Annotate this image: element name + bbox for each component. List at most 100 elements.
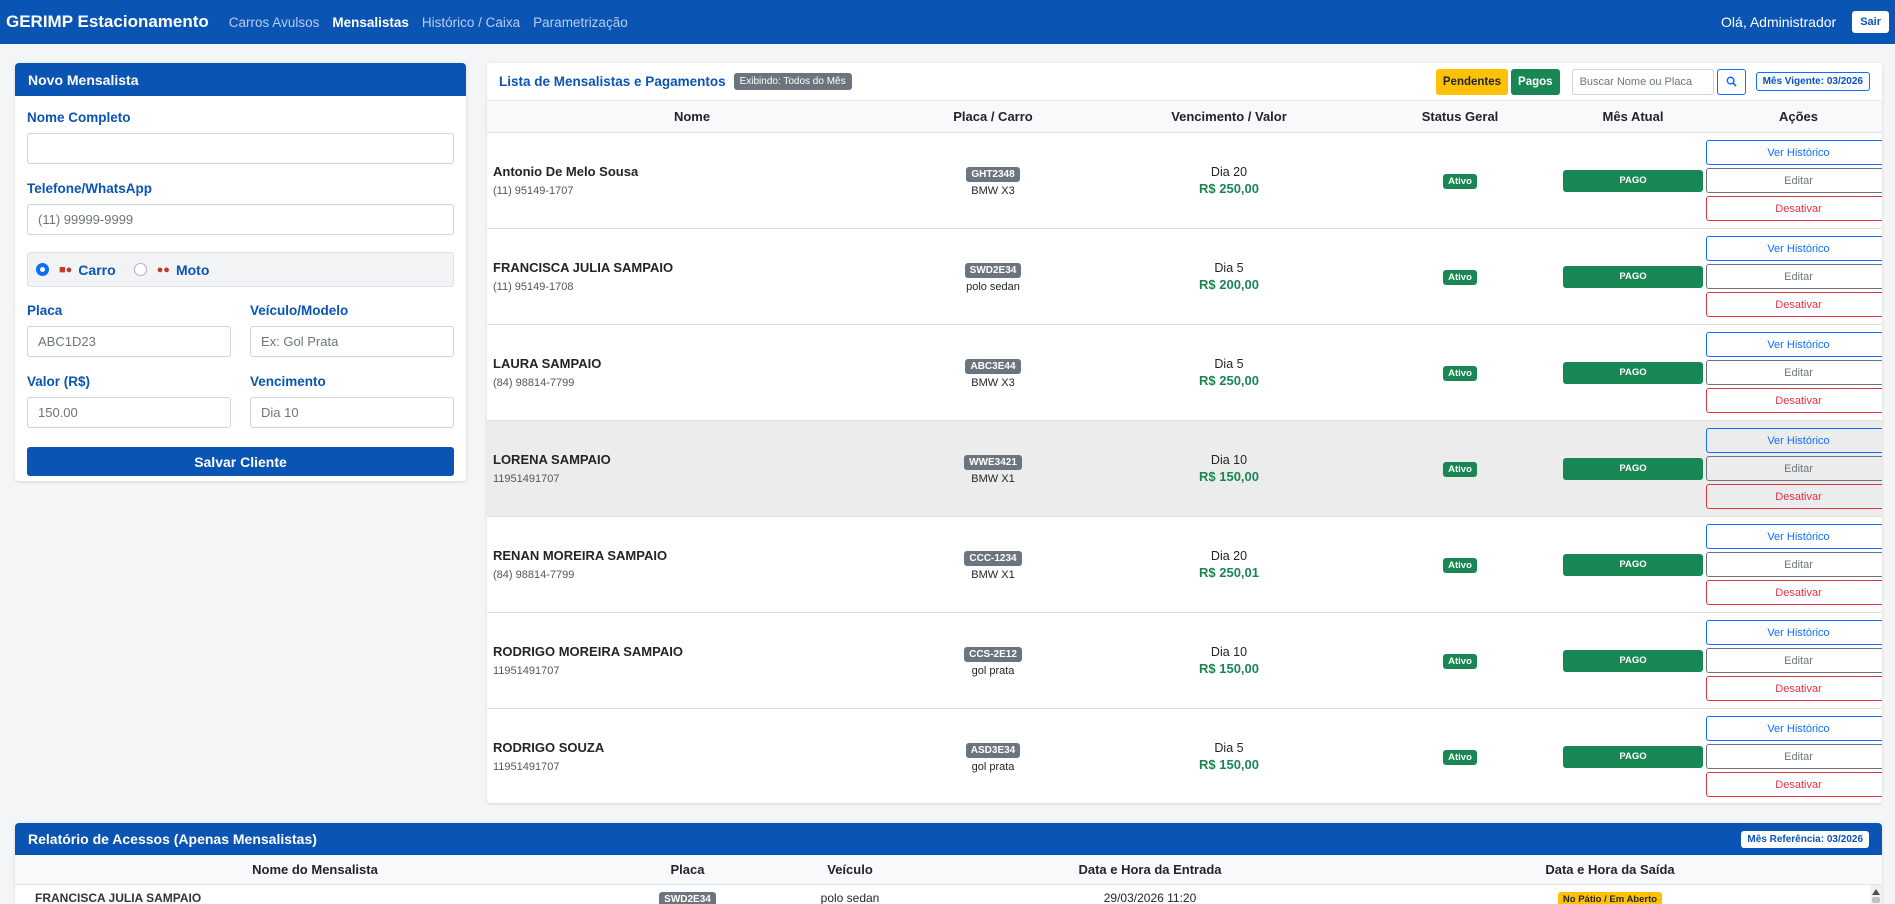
veiculo-input[interactable] <box>250 326 454 357</box>
row-status-cell: Ativo <box>1369 460 1551 477</box>
report-col-saida: Data e Hora da Saída <box>1545 862 1675 877</box>
due-day: Dia 20 <box>1210 549 1248 563</box>
vencimento-input[interactable] <box>250 397 454 428</box>
radio-carro-circle[interactable] <box>36 263 49 276</box>
mensalistas-list-card: Lista de Mensalistas e Pagamentos Exibin… <box>487 63 1882 803</box>
nav-link-carros-avulsos[interactable]: Carros Avulsos <box>229 15 320 30</box>
row-nome-cell: RENAN MOREIRA SAMPAIO (84) 98814-7799 <box>487 548 897 581</box>
table-row: LORENA SAMPAIO 11951491707 WWE3421 BMW X1 Di… <box>487 421 1882 517</box>
ver-historico-button[interactable]: Ver Histórico <box>1705 332 1882 357</box>
nav-link-mensalistas[interactable]: Mensalistas <box>332 15 409 30</box>
ver-historico-button[interactable]: Ver Histórico <box>1705 236 1882 261</box>
ver-historico-button[interactable]: Ver Histórico <box>1705 716 1882 741</box>
status-badge: Ativo <box>1443 270 1477 285</box>
brand-logo[interactable]: GERIMP Estacionamento <box>6 12 209 32</box>
nav-link-historico-caixa[interactable]: Histórico / Caixa <box>422 15 520 30</box>
payment-status-badge: PAGO <box>1563 649 1703 672</box>
filter-pendentes-button[interactable]: Pendentes <box>1435 68 1509 95</box>
desativar-button[interactable]: Desativar <box>1705 292 1882 317</box>
plate-badge: SWD2E34 <box>964 262 1022 278</box>
desativar-button[interactable]: Desativar <box>1705 484 1882 509</box>
row-placa-cell: CCC-1234 BMW X1 <box>897 549 1089 581</box>
search-button[interactable] <box>1716 68 1746 95</box>
table-row: Antonio De Melo Sousa (11) 95149-1707 GHT2… <box>487 133 1882 229</box>
navbar-user-area: Olá, Administrador Sair <box>1721 11 1889 33</box>
placa-input[interactable] <box>27 326 231 357</box>
scroll-thumb[interactable] <box>1872 897 1880 903</box>
telefone-input[interactable] <box>27 204 454 235</box>
ver-historico-button[interactable]: Ver Histórico <box>1705 428 1882 453</box>
nome-input[interactable] <box>27 133 454 164</box>
scroll-up-arrow-icon[interactable] <box>1872 889 1880 895</box>
row-actions-cell: Ver Histórico Editar Desativar <box>1705 716 1882 797</box>
row-status-cell: Ativo <box>1369 172 1551 189</box>
vehicle-type-group: ■● Carro ●● Moto <box>27 252 454 287</box>
payment-status-badge: PAGO <box>1563 745 1703 768</box>
monthly-value: R$ 250,00 <box>1199 373 1259 388</box>
ver-historico-button[interactable]: Ver Histórico <box>1705 524 1882 549</box>
desativar-button[interactable]: Desativar <box>1705 772 1882 797</box>
editar-button[interactable]: Editar <box>1705 360 1882 385</box>
mes-referencia-badge: Mês Referência: 03/2026 <box>1741 830 1869 848</box>
row-placa-cell: SWD2E34 polo sedan <box>897 261 1089 293</box>
col-mes-atual: Mês Atual <box>1602 109 1664 124</box>
list-header: Lista de Mensalistas e Pagamentos Exibin… <box>487 63 1882 101</box>
report-col-entrada: Data e Hora da Entrada <box>1078 862 1222 877</box>
car-model: BMW X1 <box>971 568 1015 581</box>
logout-button[interactable]: Sair <box>1852 11 1889 33</box>
row-placa-cell: WWE3421 BMW X1 <box>897 453 1089 485</box>
save-client-button[interactable]: Salvar Cliente <box>27 447 454 476</box>
row-mes-cell: PAGO <box>1551 745 1715 768</box>
editar-button[interactable]: Editar <box>1705 456 1882 481</box>
row-vencimento-cell: Dia 5 R$ 200,00 <box>1089 261 1369 292</box>
report-row-veiculo: polo sedan <box>820 891 880 904</box>
nav-link-parametrizacao[interactable]: Parametrização <box>533 15 628 30</box>
row-placa-cell: GHT2348 BMW X3 <box>897 165 1089 197</box>
monthly-value: R$ 150,00 <box>1199 469 1259 484</box>
plate-badge: CCC-1234 <box>964 550 1022 566</box>
placa-label: Placa <box>27 303 63 318</box>
radio-moto[interactable]: ●● Moto <box>133 262 209 278</box>
report-scrollbar[interactable] <box>1870 885 1882 904</box>
row-status-cell: Ativo <box>1369 748 1551 765</box>
plate-badge: CCS-2E12 <box>964 646 1022 662</box>
row-actions-cell: Ver Histórico Editar Desativar <box>1705 236 1882 317</box>
car-model: gol prata <box>971 664 1015 677</box>
editar-button[interactable]: Editar <box>1705 552 1882 577</box>
row-status-cell: Ativo <box>1369 268 1551 285</box>
filter-pagos-button[interactable]: Pagos <box>1511 68 1560 95</box>
desativar-button[interactable]: Desativar <box>1705 580 1882 605</box>
ver-historico-button[interactable]: Ver Histórico <box>1705 620 1882 645</box>
row-mes-cell: PAGO <box>1551 265 1715 288</box>
mensalista-phone: 11951491707 <box>493 761 560 773</box>
desativar-button[interactable]: Desativar <box>1705 676 1882 701</box>
payment-status-badge: PAGO <box>1563 457 1703 480</box>
report-row-saida: No Pátio / Em Aberto <box>1360 891 1860 904</box>
desativar-button[interactable]: Desativar <box>1705 388 1882 413</box>
report-col-veiculo: Veículo <box>827 862 873 877</box>
editar-button[interactable]: Editar <box>1705 264 1882 289</box>
payment-status-badge: PAGO <box>1563 553 1703 576</box>
radio-carro[interactable]: ■● Carro <box>36 262 116 278</box>
mensalista-phone: 11951491707 <box>493 665 560 677</box>
valor-input[interactable] <box>27 397 231 428</box>
report-col-nome: Nome do Mensalista <box>252 862 378 877</box>
status-badge: Ativo <box>1443 750 1477 765</box>
search-input[interactable] <box>1571 68 1714 95</box>
editar-button[interactable]: Editar <box>1705 648 1882 673</box>
mensalista-phone: (11) 95149-1708 <box>493 281 574 293</box>
report-row-entrada: 29/03/2026 11:20 <box>1103 891 1197 904</box>
ver-historico-button[interactable]: Ver Histórico <box>1705 140 1882 165</box>
car-model: BMW X3 <box>971 376 1015 389</box>
mensalista-name: LORENA SAMPAIO <box>493 452 611 467</box>
report-row-placa: SWD2E34 <box>615 891 760 904</box>
desativar-button[interactable]: Desativar <box>1705 196 1882 221</box>
plate-badge: ASD3E34 <box>965 742 1021 758</box>
editar-button[interactable]: Editar <box>1705 168 1882 193</box>
editar-button[interactable]: Editar <box>1705 744 1882 769</box>
radio-moto-circle[interactable] <box>133 263 147 276</box>
nome-label: Nome Completo <box>27 110 131 125</box>
monthly-value: R$ 200,00 <box>1199 277 1259 292</box>
row-vencimento-cell: Dia 5 R$ 250,00 <box>1089 357 1369 388</box>
col-status: Status Geral <box>1421 109 1499 124</box>
